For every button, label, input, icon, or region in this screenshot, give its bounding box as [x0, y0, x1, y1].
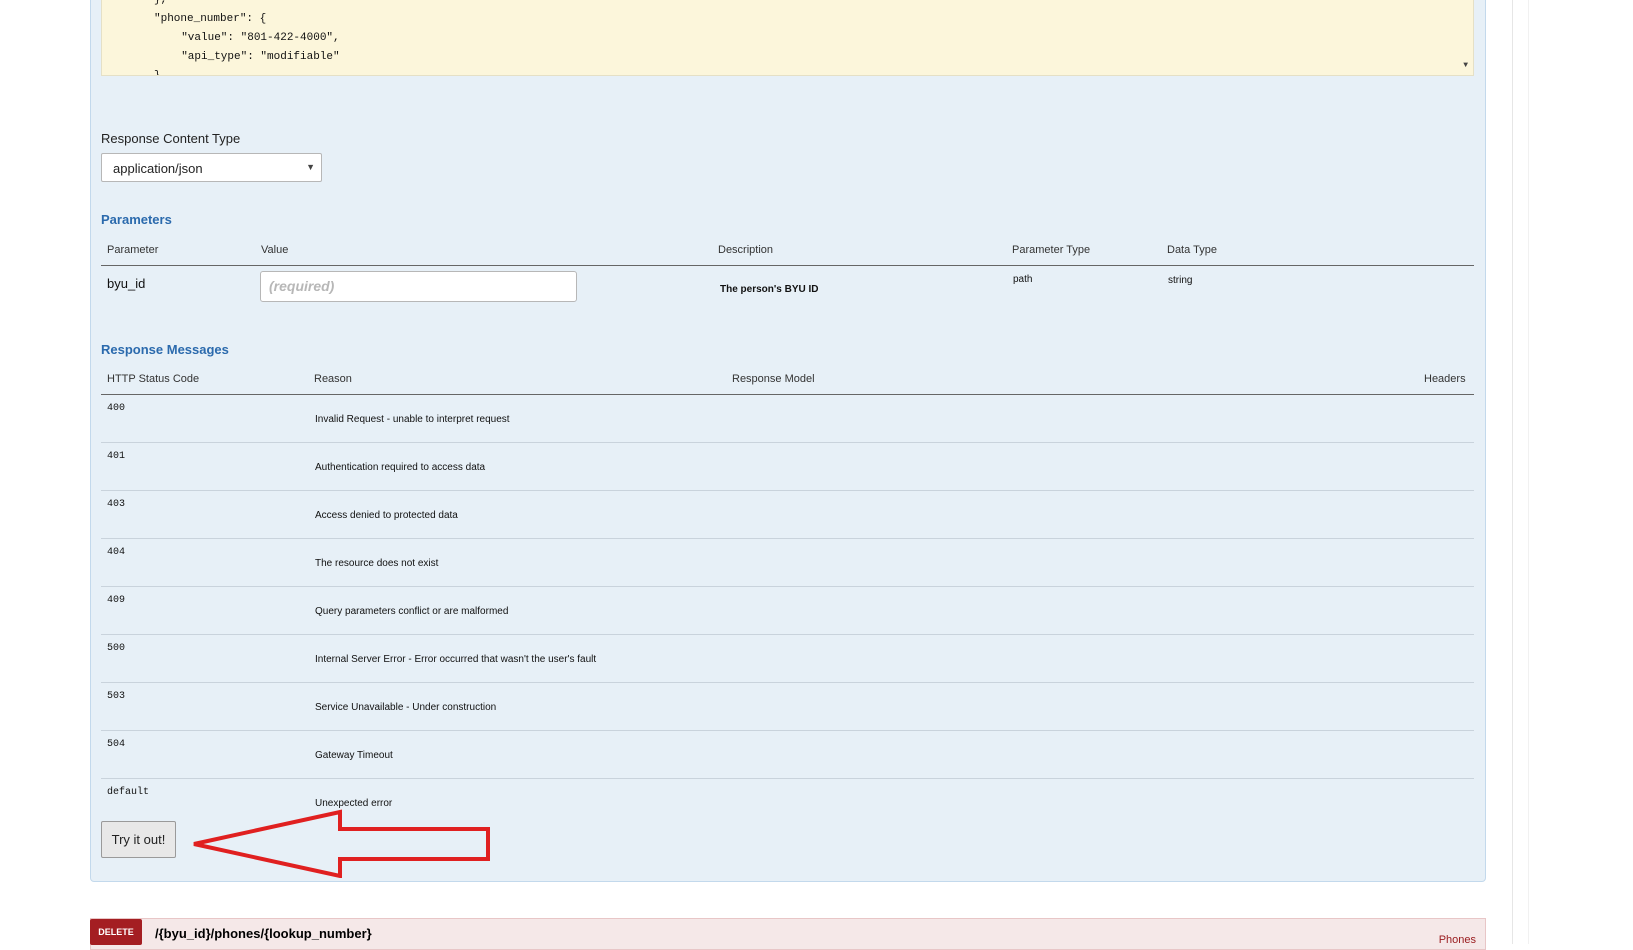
status-code: 504 [107, 739, 126, 750]
param-type: path [1013, 274, 1033, 285]
status-reason: Query parameters conflict or are malform… [315, 606, 509, 617]
param-name: byu_id [107, 276, 146, 291]
row-divider [101, 730, 1474, 731]
status-reason: The resource does not exist [315, 558, 439, 569]
code-line: } [154, 70, 161, 76]
code-line: "value": "801-422-4000", [168, 32, 340, 44]
delete-method-badge[interactable]: DELETE [90, 919, 142, 945]
byu-id-input[interactable] [260, 271, 577, 302]
code-line: "phone_number": { [154, 13, 267, 25]
code-line: }, [154, 0, 168, 6]
row-divider [101, 490, 1474, 491]
try-it-out-button[interactable]: Try it out! [101, 821, 176, 858]
request-body-example[interactable]: }, "phone_number": { "value": "801-422-4… [101, 0, 1474, 76]
operation-panel [90, 0, 1486, 882]
resp-col-reason: Reason [314, 373, 352, 385]
param-col-data-type: Data Type [1167, 244, 1217, 256]
resp-col-response-model: Response Model [732, 373, 815, 385]
select-value: application/json [113, 161, 203, 176]
response-messages-title: Response Messages [101, 342, 229, 357]
status-reason: Access denied to protected data [315, 510, 458, 521]
row-divider [101, 586, 1474, 587]
param-col-parameter: Parameter [107, 244, 159, 256]
dropdown-caret-icon: ▼ [306, 162, 315, 172]
scroll-down-icon[interactable]: ▼ [1463, 61, 1468, 70]
status-code: 403 [107, 499, 126, 510]
response-content-type-select[interactable]: application/json ▼ [101, 153, 322, 182]
row-divider [101, 634, 1474, 635]
page-right-border-outer [1528, 0, 1529, 944]
status-code: 401 [107, 451, 126, 462]
delete-endpoint-tag[interactable]: Phones [1439, 934, 1476, 946]
annotation-arrow-icon [193, 809, 490, 878]
param-col-description: Description [718, 244, 774, 256]
response-content-type-label: Response Content Type [101, 131, 241, 146]
parameters-title: Parameters [101, 212, 172, 227]
status-code: default [107, 787, 150, 798]
status-reason: Authentication required to access data [315, 462, 486, 473]
row-divider [101, 778, 1474, 779]
param-col-parameter-type: Parameter Type [1012, 244, 1091, 256]
status-reason: Invalid Request - unable to interpret re… [315, 414, 510, 425]
status-code: 400 [107, 403, 126, 414]
resp-col-status-code: HTTP Status Code [107, 373, 200, 385]
responses-header-rule [101, 394, 1474, 395]
row-divider [101, 442, 1474, 443]
row-divider [101, 682, 1474, 683]
status-code: 404 [107, 547, 126, 558]
byu-id-field[interactable] [269, 278, 559, 294]
status-reason: Gateway Timeout [315, 750, 393, 761]
delete-endpoint-path[interactable]: /{byu_id}/phones/{lookup_number} [155, 926, 372, 941]
status-code: 409 [107, 595, 126, 606]
code-line: "api_type": "modifiable" [168, 51, 340, 63]
parameters-header-rule [101, 265, 1474, 266]
status-reason: Internal Server Error - Error occurred t… [315, 654, 597, 665]
status-reason: Service Unavailable - Under construction [315, 702, 497, 713]
param-col-value: Value [261, 244, 289, 256]
row-divider [101, 538, 1474, 539]
page-right-border [1512, 0, 1513, 944]
resp-col-headers: Headers [1424, 373, 1466, 385]
param-data-type: string [1168, 275, 1193, 286]
status-code: 500 [107, 643, 126, 654]
param-description: The person's BYU ID [720, 284, 819, 295]
status-code: 503 [107, 691, 126, 702]
